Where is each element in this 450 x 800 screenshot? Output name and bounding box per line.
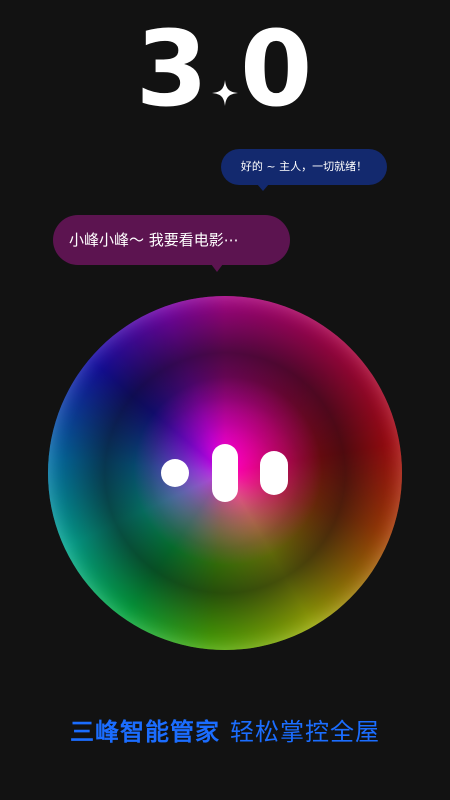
assistant-reply-bubble: 好的 ~ 主人，一切就绪！	[221, 149, 387, 191]
user-message-bubble: 小峰小峰～ 我要看电影⋯	[53, 215, 290, 272]
assistant-reply-text: 好的 ~ 主人，一切就绪！	[240, 160, 368, 173]
version-minor: 0	[240, 8, 315, 130]
version-title: 30	[0, 14, 450, 124]
voice-assistant-orb[interactable]	[48, 296, 402, 650]
user-message-text: 小峰小峰～ 我要看电影⋯	[69, 231, 239, 249]
voice-bar	[260, 451, 288, 495]
sparkle-icon	[212, 14, 238, 124]
bubble-tail	[211, 264, 223, 272]
brand-name: 三峰智能管家	[70, 718, 220, 746]
voice-bar	[212, 444, 238, 502]
voice-dot	[161, 459, 189, 487]
version-major: 3	[135, 8, 210, 130]
voice-wave-icon	[48, 296, 402, 650]
bubble-tail	[257, 184, 269, 191]
slogan: 三峰智能管家 轻松掌控全屋	[0, 716, 450, 748]
tagline: 轻松掌控全屋	[230, 718, 380, 746]
